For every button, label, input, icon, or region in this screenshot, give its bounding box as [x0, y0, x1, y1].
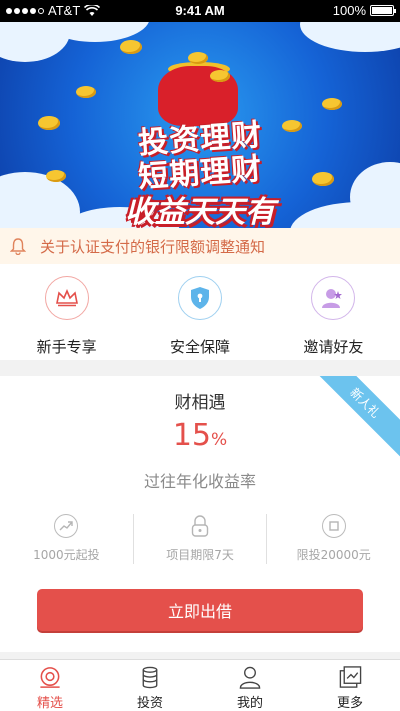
stat-max-invest-label: 限投20000元	[296, 548, 371, 562]
tab-bar: 精选 投资 我的 更多	[0, 659, 400, 711]
battery-status: 100%	[332, 3, 396, 18]
feature-invite[interactable]: 邀请好友	[267, 264, 400, 360]
limit-icon	[321, 514, 346, 538]
battery-icon	[370, 5, 396, 16]
tab-invest-label: 投资	[136, 696, 163, 711]
bell-icon	[10, 238, 26, 255]
tab-mine[interactable]: 我的	[200, 660, 300, 711]
tab-more[interactable]: 更多	[300, 660, 400, 711]
promo-banner[interactable]: 投资理财 短期理财 收益天天有	[0, 22, 400, 228]
product-stats: 1000元起投 项目期限7天 限投20000元	[0, 514, 400, 564]
more-icon	[339, 666, 362, 688]
product-card[interactable]: 新人礼 财相遇 15% 过往年化收益率 1000元起投 项目期限7天 限投200…	[0, 376, 400, 652]
tab-more-label: 更多	[336, 696, 363, 711]
stat-min-invest-label: 1000元起投	[33, 548, 100, 562]
tab-featured-label: 精选	[36, 696, 63, 711]
friends-icon	[311, 276, 356, 320]
invest-now-button[interactable]: 立即出借	[37, 589, 363, 631]
feature-newbie[interactable]: 新手专享	[0, 264, 133, 360]
shield-icon	[177, 276, 222, 320]
feature-security-label: 安全保障	[169, 338, 230, 356]
rate-unit: %	[211, 430, 228, 450]
feature-invite-label: 邀请好友	[303, 338, 364, 356]
tab-mine-label: 我的	[236, 696, 263, 711]
feature-shortcuts: 新手专享 安全保障 邀请好友	[0, 264, 400, 360]
battery-percent: 100%	[332, 3, 366, 18]
tab-invest[interactable]: 投资	[100, 660, 200, 711]
lock-icon	[188, 514, 212, 538]
product-name: 财相遇	[174, 393, 226, 413]
feature-newbie-label: 新手专享	[36, 338, 97, 356]
featured-icon	[40, 667, 60, 688]
coins-icon	[142, 666, 158, 689]
notice-bar[interactable]: 关于认证支付的银行限额调整通知	[0, 228, 400, 264]
status-bar: AT&T 9:41 AM 100%	[0, 0, 400, 22]
rate-label: 过往年化收益率	[143, 472, 256, 491]
feature-security[interactable]: 安全保障	[133, 264, 266, 360]
notice-text: 关于认证支付的银行限额调整通知	[40, 237, 266, 256]
stat-term: 项目期限7天	[134, 514, 268, 564]
product-rate: 15%	[0, 418, 400, 453]
user-icon	[239, 666, 261, 689]
rate-value: 15	[172, 418, 212, 453]
crown-icon	[44, 276, 89, 320]
stat-min-invest: 1000元起投	[0, 514, 134, 564]
banner-slogan: 收益天天有	[125, 195, 275, 228]
stat-max-invest: 限投20000元	[267, 514, 400, 564]
trend-icon	[54, 514, 79, 538]
stat-term-label: 项目期限7天	[166, 548, 234, 562]
tab-featured[interactable]: 精选	[0, 660, 100, 711]
